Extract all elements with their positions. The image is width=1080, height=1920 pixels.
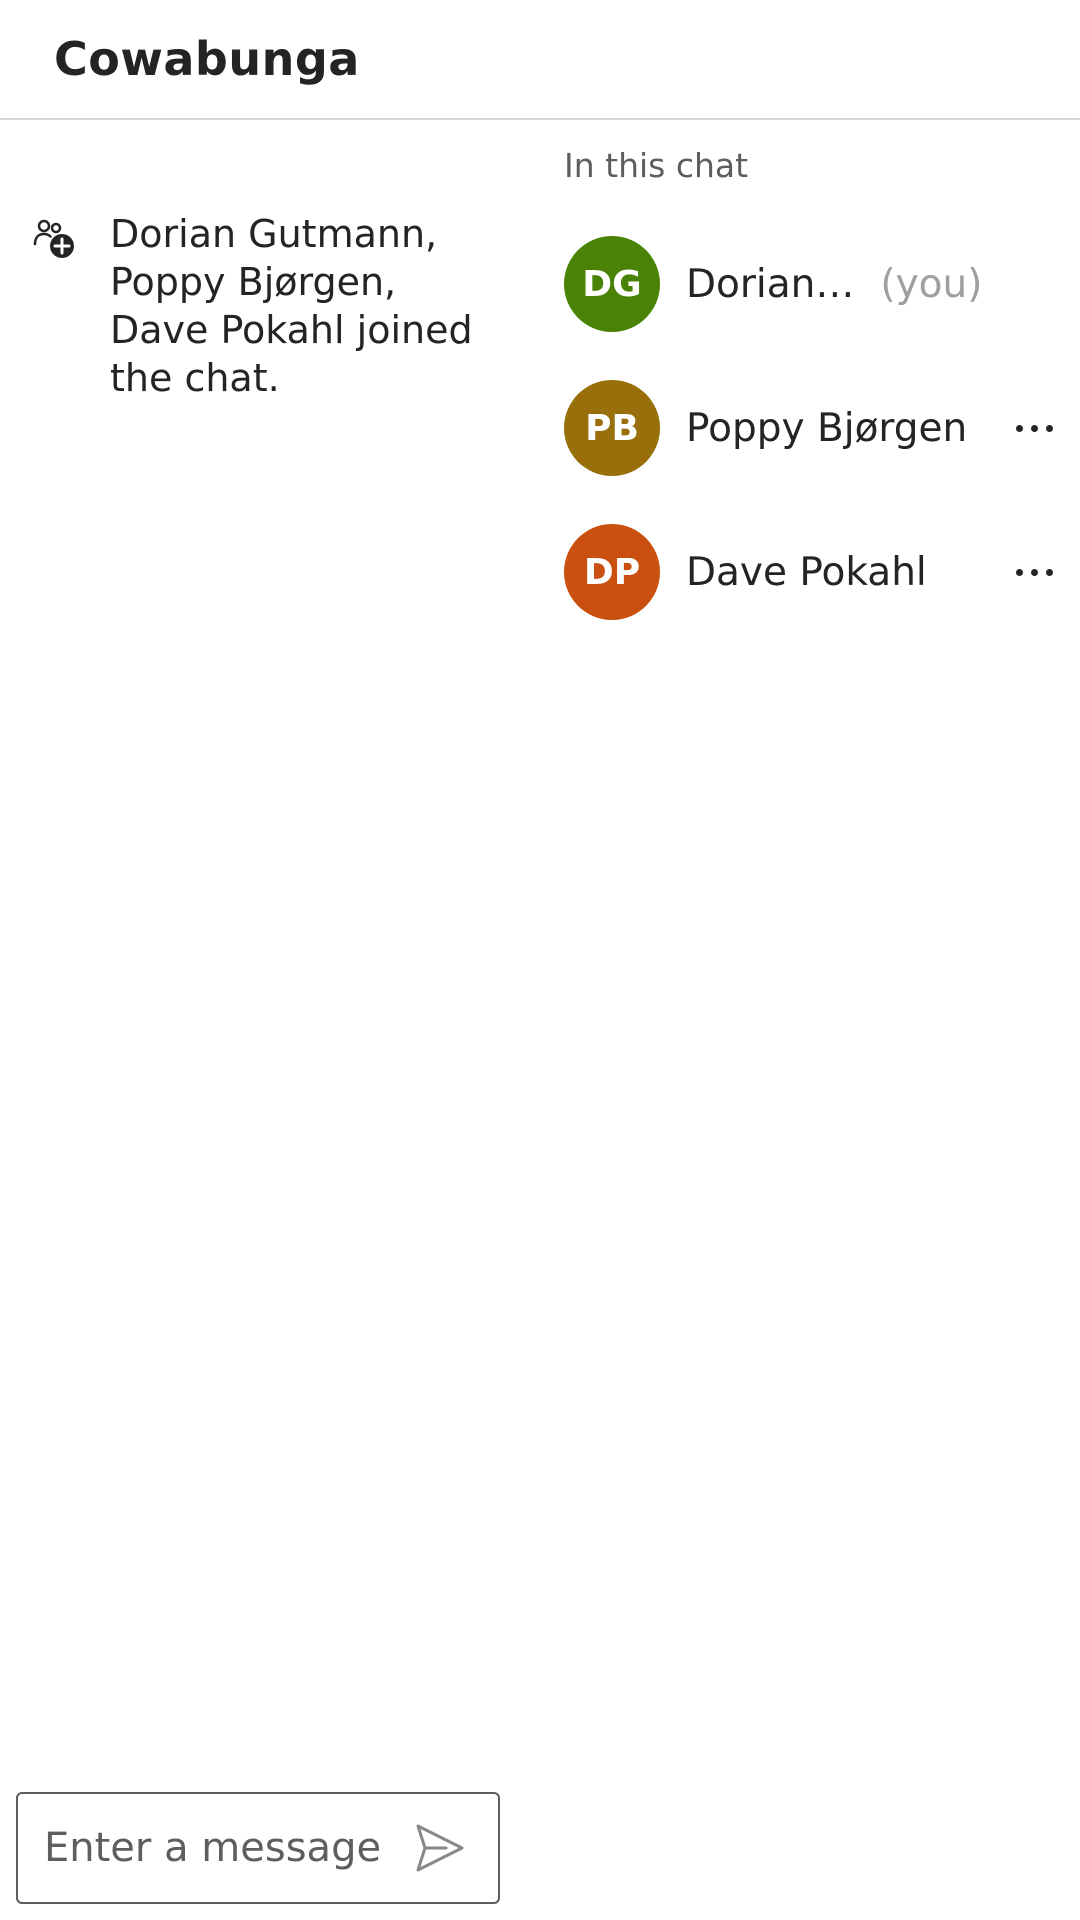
- send-icon: [412, 1824, 468, 1880]
- message-composer: [16, 1792, 500, 1904]
- avatar: DG: [564, 236, 660, 332]
- avatar: DP: [564, 524, 660, 620]
- more-options-button[interactable]: [1004, 404, 1064, 452]
- avatar: PB: [564, 380, 660, 476]
- more-dot: [1045, 424, 1053, 432]
- you-label: (you): [880, 261, 983, 307]
- participant-item[interactable]: PB Poppy Bjørgen: [564, 380, 1064, 476]
- message-thread: Dorian Gutmann, Poppy Bjørgen, Dave Poka…: [0, 122, 540, 1772]
- more-dots-icon: [1015, 424, 1023, 432]
- more-dot: [1030, 424, 1038, 432]
- participant-item[interactable]: DG Dorian… (you): [564, 236, 1064, 332]
- more-dots-icon: [1015, 568, 1023, 576]
- participant-name: Dorian…: [686, 261, 855, 307]
- system-message: Dorian Gutmann, Poppy Bjørgen, Dave Poka…: [32, 210, 512, 402]
- chat-header: Cowabunga: [0, 0, 1080, 120]
- more-dot: [1045, 568, 1053, 576]
- participants-pane: In this chat DG Dorian… (you) PB Poppy B…: [540, 122, 1080, 822]
- chat-app: Cowabunga Dorian Gutmann, Poppy Bjørgen,…: [0, 0, 1080, 1920]
- message-input[interactable]: [42, 1807, 406, 1889]
- participant-name: Poppy Bjørgen: [686, 405, 968, 451]
- participants-heading: In this chat: [564, 146, 749, 185]
- more-dot: [1030, 568, 1038, 576]
- participant-item[interactable]: DP Dave Pokahl: [564, 524, 1064, 620]
- people-add-icon: [32, 216, 80, 264]
- send-button[interactable]: [412, 1820, 468, 1876]
- participant-name: Dave Pokahl: [686, 549, 927, 595]
- system-message-text: Dorian Gutmann, Poppy Bjørgen, Dave Poka…: [110, 212, 473, 400]
- more-options-button[interactable]: [1004, 548, 1064, 596]
- chat-title: Cowabunga: [54, 32, 360, 86]
